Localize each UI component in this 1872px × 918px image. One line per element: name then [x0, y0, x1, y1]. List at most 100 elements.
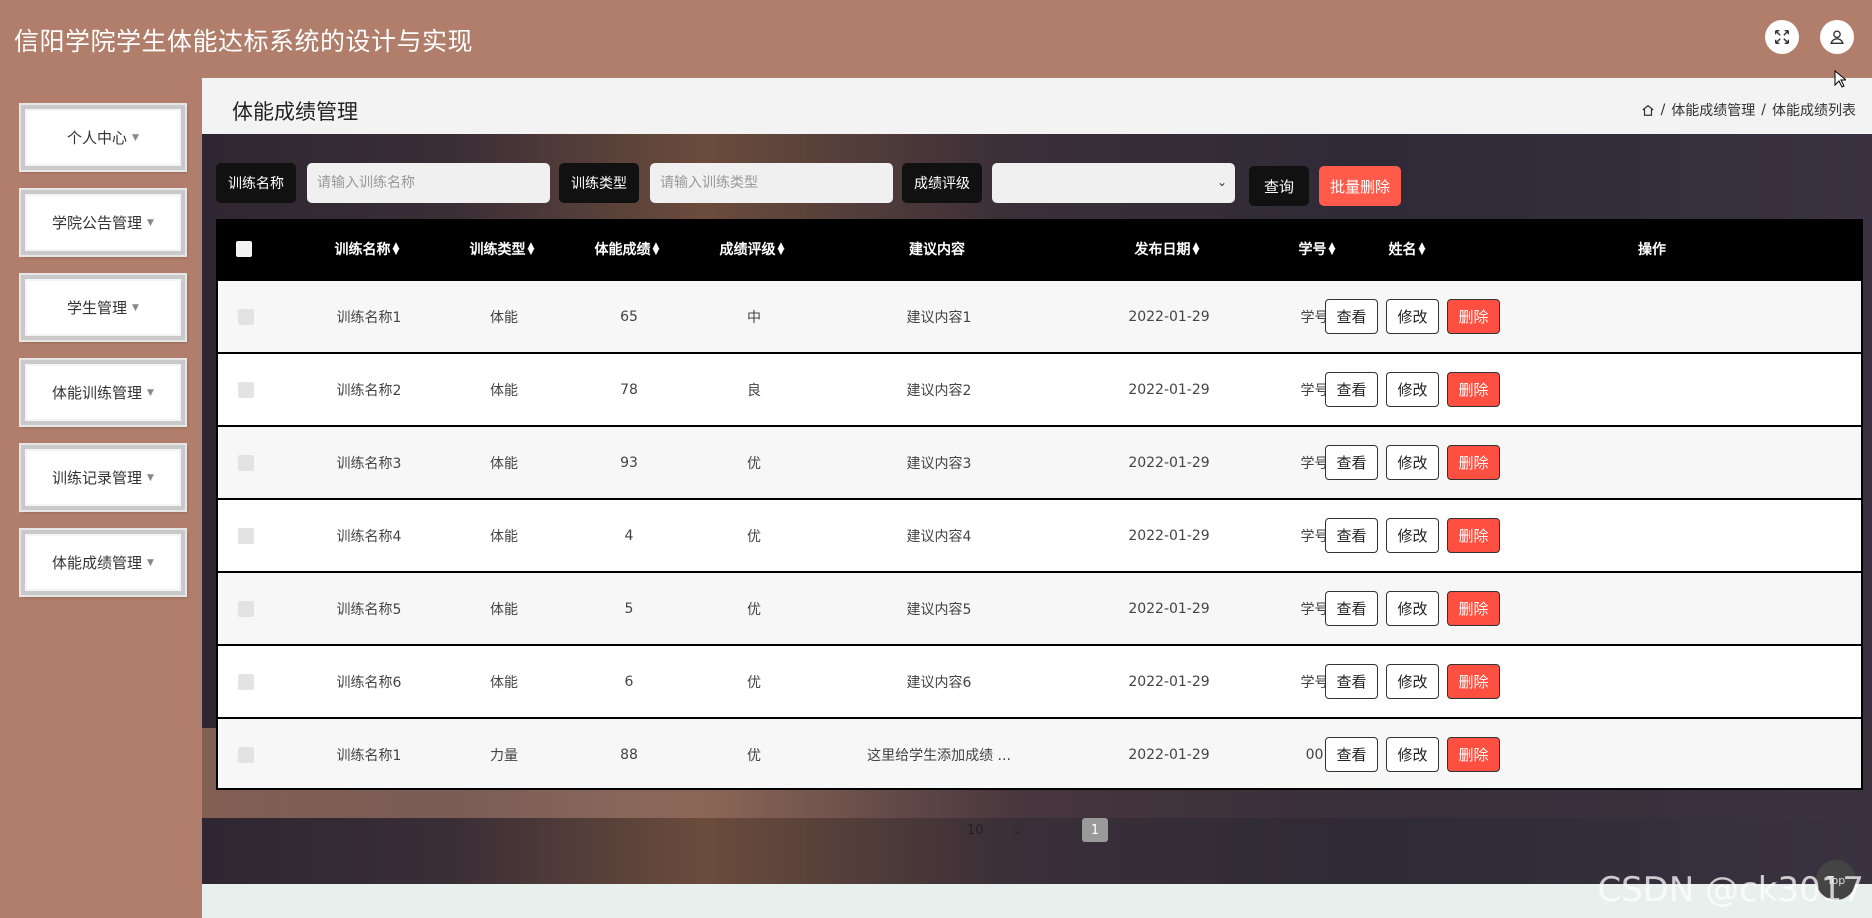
caret-down-icon: ▼ — [147, 472, 154, 483]
sort-icon: ▲ ▼ — [1192, 241, 1200, 257]
grade-select[interactable]: ⌄ — [992, 163, 1235, 203]
caret-down-icon: ▼ — [132, 302, 139, 313]
sidebar-item-label: 体能训练管理 — [52, 384, 143, 402]
cell-grade: 中 — [747, 309, 761, 326]
row-checkbox[interactable] — [238, 381, 254, 398]
delete-button[interactable]: 删除 — [1447, 299, 1500, 334]
chevron-down-icon[interactable]: ⌄ — [1012, 823, 1022, 837]
header-name[interactable]: 训练名称 ▲ ▼ — [292, 219, 442, 279]
cell-grade: 优 — [747, 601, 761, 618]
cell-advice: 这里给学生添加成绩 ... — [867, 747, 1011, 764]
row-checkbox[interactable] — [238, 308, 254, 325]
edit-button[interactable]: 修改 — [1386, 664, 1439, 699]
edit-button[interactable]: 修改 — [1386, 372, 1439, 407]
chevron-down-icon: ⌄ — [1216, 175, 1227, 189]
sidebar-item-students[interactable]: 学生管理 ▼ — [19, 273, 187, 342]
edit-button[interactable]: 修改 — [1386, 737, 1439, 772]
delete-button[interactable]: 删除 — [1447, 591, 1500, 626]
view-button[interactable]: 查看 — [1325, 664, 1378, 699]
main-content: 体能成绩管理 / 体能成绩管理 / 体能成绩列表 训练名称 训练类型 成绩评级 … — [202, 78, 1872, 918]
row-checkbox[interactable] — [238, 746, 254, 763]
cell-type: 体能 — [490, 674, 518, 691]
cell-score: 6 — [624, 673, 634, 690]
view-button[interactable]: 查看 — [1325, 299, 1378, 334]
cell-type: 体能 — [490, 455, 518, 472]
delete-button[interactable]: 删除 — [1447, 372, 1500, 407]
sidebar-item-training-records[interactable]: 训练记录管理 ▼ — [19, 443, 187, 512]
delete-button[interactable]: 删除 — [1447, 737, 1500, 772]
fullscreen-icon — [1774, 29, 1790, 45]
cell-name: 训练名称1 — [336, 747, 402, 764]
view-button[interactable]: 查看 — [1325, 445, 1378, 480]
header-actions: 操作 — [1638, 242, 1666, 258]
sidebar-item-announcements[interactable]: 学院公告管理 ▼ — [19, 188, 187, 257]
row-checkbox[interactable] — [238, 600, 254, 617]
header-student-no[interactable]: 学号 ▲ ▼ — [1272, 219, 1362, 279]
header-date[interactable]: 发布日期 ▲ ▼ — [1062, 219, 1272, 279]
cell-name: 训练名称2 — [336, 382, 402, 399]
mouse-cursor-icon — [1834, 69, 1848, 92]
sidebar-item-training[interactable]: 体能训练管理 ▼ — [19, 358, 187, 427]
sidebar: 个人中心 ▼ 学院公告管理 ▼ 学生管理 ▼ 体能训练管理 ▼ 训练记录管理 ▼ 体能成绩… — [0, 78, 202, 918]
user-button[interactable] — [1820, 20, 1854, 54]
view-button[interactable]: 查看 — [1325, 591, 1378, 626]
header-grade[interactable]: 成绩评级 ▲ ▼ — [692, 219, 812, 279]
home-icon[interactable] — [1641, 103, 1655, 117]
delete-button[interactable]: 删除 — [1447, 664, 1500, 699]
cell-score: 88 — [620, 746, 638, 763]
grade-label: 成绩评级 — [902, 163, 982, 203]
page-number-button[interactable]: 1 — [1082, 818, 1108, 842]
cell-score: 78 — [620, 381, 638, 398]
query-button[interactable]: 查询 — [1249, 166, 1309, 206]
cell-date: 2022-01-29 — [1128, 746, 1210, 763]
breadcrumb-item[interactable]: 体能成绩管理 — [1671, 100, 1755, 120]
cell-date: 2022-01-29 — [1128, 454, 1210, 471]
sort-icon: ▲ ▼ — [527, 241, 535, 257]
view-button[interactable]: 查看 — [1325, 737, 1378, 772]
sort-icon: ▲ ▼ — [1418, 241, 1426, 257]
fullscreen-button[interactable] — [1765, 20, 1799, 54]
train-name-input[interactable] — [307, 163, 550, 203]
caret-down-icon: ▼ — [147, 387, 154, 398]
row-checkbox[interactable] — [238, 454, 254, 471]
cell-advice: 建议内容1 — [906, 309, 972, 326]
cell-name: 训练名称4 — [336, 528, 402, 545]
row-checkbox[interactable] — [238, 527, 254, 544]
cell-advice: 建议内容6 — [906, 674, 972, 691]
cell-date: 2022-01-29 — [1128, 673, 1210, 690]
sidebar-item-personal-center[interactable]: 个人中心 ▼ — [19, 103, 187, 172]
cell-grade: 优 — [747, 747, 761, 764]
view-button[interactable]: 查看 — [1325, 372, 1378, 407]
cell-type: 体能 — [490, 382, 518, 399]
watermark: CSDN @ck3017 — [1597, 870, 1864, 910]
edit-button[interactable]: 修改 — [1386, 591, 1439, 626]
cell-type: 体能 — [490, 309, 518, 326]
select-all-checkbox[interactable] — [236, 241, 252, 257]
view-button[interactable]: 查看 — [1325, 518, 1378, 553]
delete-button[interactable]: 删除 — [1447, 518, 1500, 553]
cell-name: 训练名称1 — [336, 309, 402, 326]
table-row: 训练名称6体能6优建议内容62022-01-29学号6姓名6查看修改删除 — [216, 644, 1863, 717]
caret-down-icon: ▼ — [147, 217, 154, 228]
edit-button[interactable]: 修改 — [1386, 445, 1439, 480]
sort-icon: ▲ ▼ — [392, 241, 400, 257]
delete-button[interactable]: 删除 — [1447, 445, 1500, 480]
table-row: 训练名称1体能65中建议内容12022-01-29学号1姓名1查看修改删除 — [216, 279, 1863, 352]
user-icon — [1830, 30, 1844, 44]
page-size-select[interactable]: 10 — [967, 823, 984, 838]
train-type-label: 训练类型 — [559, 163, 639, 203]
row-checkbox[interactable] — [238, 673, 254, 690]
header-student-name[interactable]: 姓名 ▲ ▼ — [1362, 219, 1452, 279]
header-type[interactable]: 训练类型 ▲ ▼ — [442, 219, 562, 279]
edit-button[interactable]: 修改 — [1386, 518, 1439, 553]
sidebar-item-scores[interactable]: 体能成绩管理 ▼ — [19, 528, 187, 597]
breadcrumb-item: 体能成绩列表 — [1772, 103, 1856, 119]
edit-button[interactable]: 修改 — [1386, 299, 1439, 334]
cell-advice: 建议内容2 — [906, 382, 972, 399]
sidebar-item-label: 训练记录管理 — [52, 469, 143, 487]
batch-delete-button[interactable]: 批量删除 — [1319, 166, 1401, 206]
train-type-input[interactable] — [650, 163, 893, 203]
header-score[interactable]: 体能成绩 ▲ ▼ — [562, 219, 692, 279]
cell-advice: 建议内容5 — [906, 601, 972, 618]
caret-down-icon: ▼ — [132, 132, 139, 143]
